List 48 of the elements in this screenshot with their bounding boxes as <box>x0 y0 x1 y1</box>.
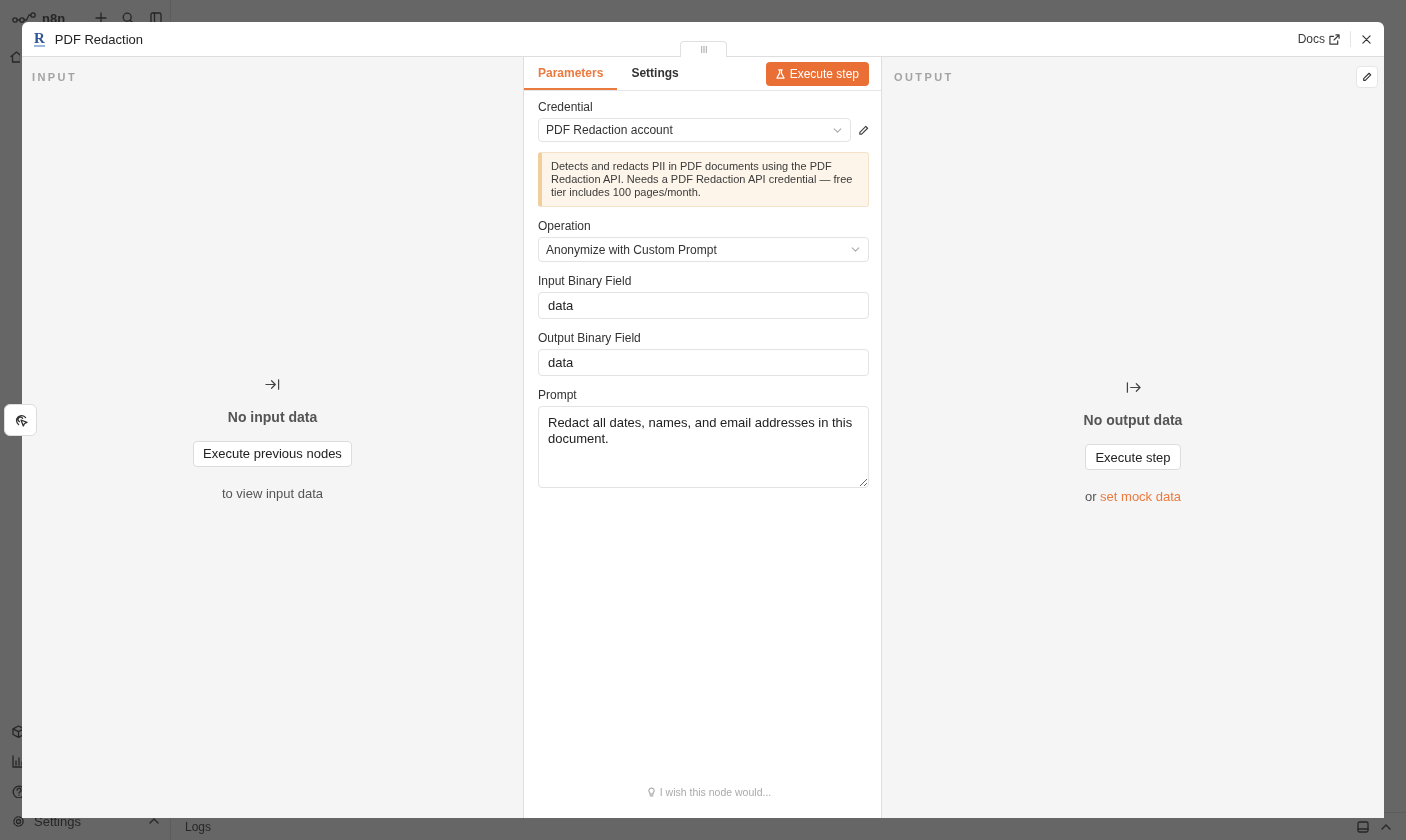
input-field[interactable]: data <box>538 349 869 376</box>
arrow-to-bar-icon <box>265 376 280 392</box>
close-icon[interactable] <box>1362 34 1371 44</box>
help-icon[interactable] <box>12 784 22 798</box>
output-heading: OUTPUT <box>894 71 954 83</box>
execute-previous-button[interactable]: Execute previous nodes <box>193 440 352 467</box>
external-link-icon <box>1329 33 1340 45</box>
chevron-up-icon[interactable] <box>1381 823 1391 830</box>
input-hint: to view input data <box>221 484 324 503</box>
search-icon[interactable] <box>122 12 135 24</box>
gear-icon[interactable] <box>12 814 25 828</box>
tab[interactable]: Settings <box>617 57 693 90</box>
no-output-title: No output data <box>1083 411 1183 430</box>
chevron-down-icon <box>851 247 860 252</box>
dialog-title: PDF Redaction <box>54 31 143 47</box>
flask-icon <box>775 68 785 79</box>
nodes-logo-icon <box>12 12 36 24</box>
pencil-icon[interactable] <box>858 124 869 136</box>
grip-icon <box>700 46 707 53</box>
field-label: Credential <box>538 99 594 115</box>
mock-data-hint: or set mock data <box>1084 488 1182 506</box>
field-label: Operation <box>538 218 592 234</box>
drag-handle[interactable] <box>680 41 727 57</box>
lightbulb-icon <box>647 787 655 797</box>
input-heading: INPUT <box>32 71 77 83</box>
cursor-icon <box>13 413 28 427</box>
info-notice: Detects and redacts PII in PDF documents using the PDF Redaction API. Needs a PDF Redaction API credential — free tier includes 100 pages/month. <box>538 152 869 207</box>
prompt-textarea[interactable]: Redact all dates, names, and email addresses in this document. <box>538 406 869 488</box>
home-icon[interactable] <box>10 51 20 63</box>
pencil-icon <box>1362 72 1372 82</box>
docs-link[interactable]: Docs <box>1297 32 1340 46</box>
plus-icon[interactable] <box>95 12 108 24</box>
field-label: Input Binary Field <box>538 273 633 289</box>
cube-icon[interactable] <box>12 724 22 738</box>
edit-button[interactable] <box>1356 66 1378 88</box>
credential-select[interactable]: PDF Redaction account <box>538 118 851 142</box>
panel-icon[interactable] <box>1357 820 1369 833</box>
chevron-down-icon <box>833 127 842 133</box>
field-label: Prompt <box>538 387 578 403</box>
field-label: Output Binary Field <box>538 330 642 346</box>
execute-step-button[interactable]: Execute step <box>1085 444 1181 470</box>
node-logo: R <box>34 31 45 47</box>
sidebar-toggle-icon[interactable] <box>150 12 163 24</box>
input-field[interactable]: data <box>538 292 869 319</box>
bar-to-arrow-icon <box>1125 380 1141 395</box>
no-input-title: No input data <box>227 407 318 427</box>
dropdown-field[interactable]: Anonymize with Custom Prompt <box>538 237 869 262</box>
pointer-tool-button[interactable] <box>4 404 37 436</box>
